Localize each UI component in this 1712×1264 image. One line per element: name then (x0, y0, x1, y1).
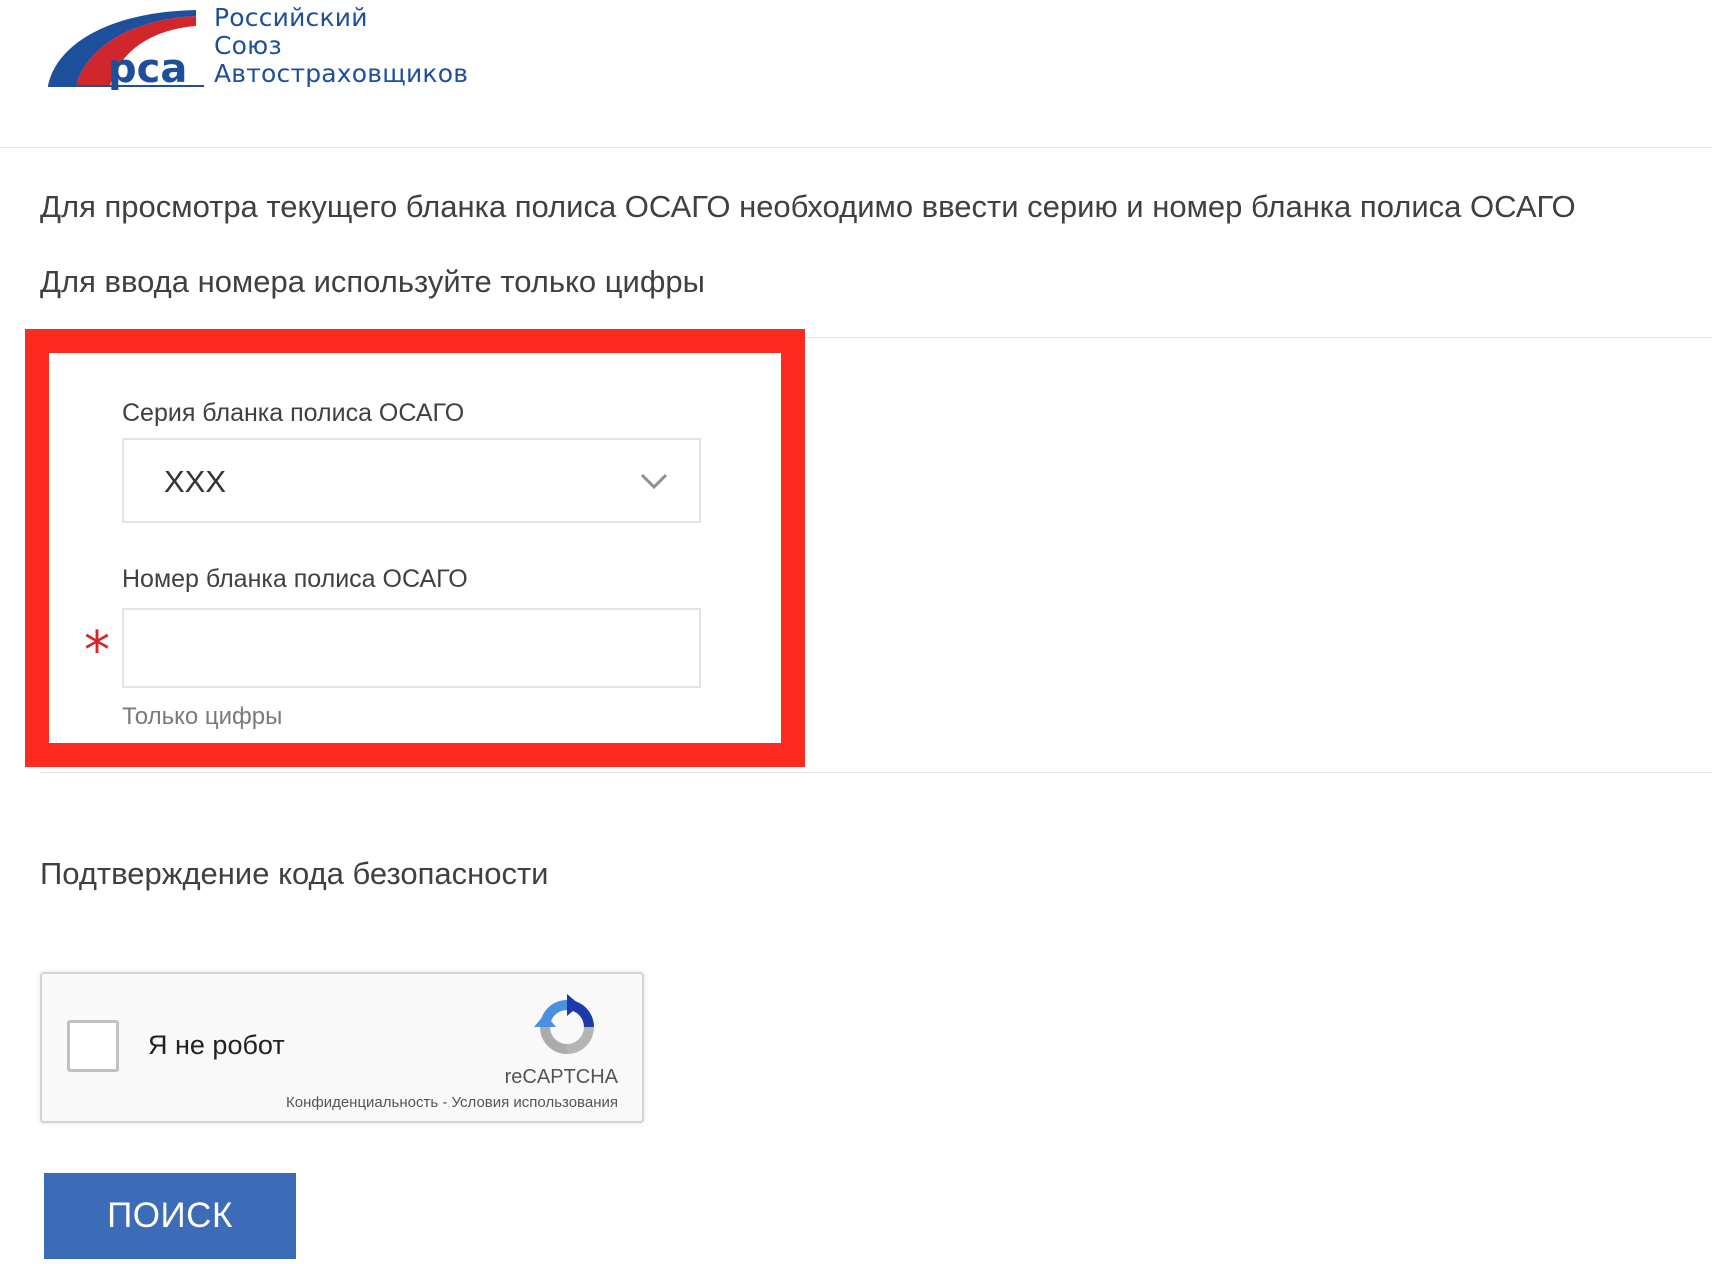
highlight-frame (25, 329, 805, 767)
logo-line-3: Автостраховщиков (214, 59, 469, 88)
rsa-logo-icon: рса (48, 10, 204, 90)
series-label: Серия бланка полиса ОСАГО (122, 399, 465, 427)
series-select[interactable]: XXX (122, 438, 701, 523)
logo-title: Российский Союз Автостраховщиков (214, 4, 468, 88)
recaptcha-logo-icon (534, 994, 594, 1054)
chevron-down-icon (640, 473, 668, 490)
privacy-link[interactable]: Конфиденциальность (286, 1094, 438, 1111)
recaptcha-links: Конфиденциальность - Условия использован… (286, 1094, 618, 1111)
recaptcha-checkbox[interactable] (67, 1020, 119, 1072)
required-marker: * (84, 621, 110, 681)
series-selected-value: XXX (164, 464, 227, 499)
logo-line-1: Российский (214, 3, 368, 32)
search-button[interactable]: ПОИСК (44, 1173, 296, 1259)
logo-line-2: Союз (214, 31, 282, 60)
number-hint: Только цифры (122, 703, 283, 730)
terms-link[interactable]: Условия использования (452, 1094, 619, 1111)
instruction-text-2: Для ввода номера используйте только цифр… (40, 264, 705, 299)
recaptcha-widget: Я не робот reCAPTCHA Конфиденциальность … (40, 972, 644, 1123)
logo-mark-text: рса (108, 46, 187, 90)
policy-number-input[interactable] (122, 608, 701, 688)
recaptcha-brand: reCAPTCHA (504, 1066, 618, 1088)
instruction-text-1: Для просмотра текущего бланка полиса ОСА… (40, 189, 1576, 224)
page-header: рса Российский Союз Автостраховщиков (0, 0, 1712, 148)
link-separator: - (438, 1094, 452, 1111)
divider (40, 772, 1712, 773)
number-label: Номер бланка полиса ОСАГО (122, 565, 468, 593)
security-section-title: Подтверждение кода безопасности (40, 856, 549, 891)
recaptcha-label: Я не робот (148, 1030, 285, 1060)
